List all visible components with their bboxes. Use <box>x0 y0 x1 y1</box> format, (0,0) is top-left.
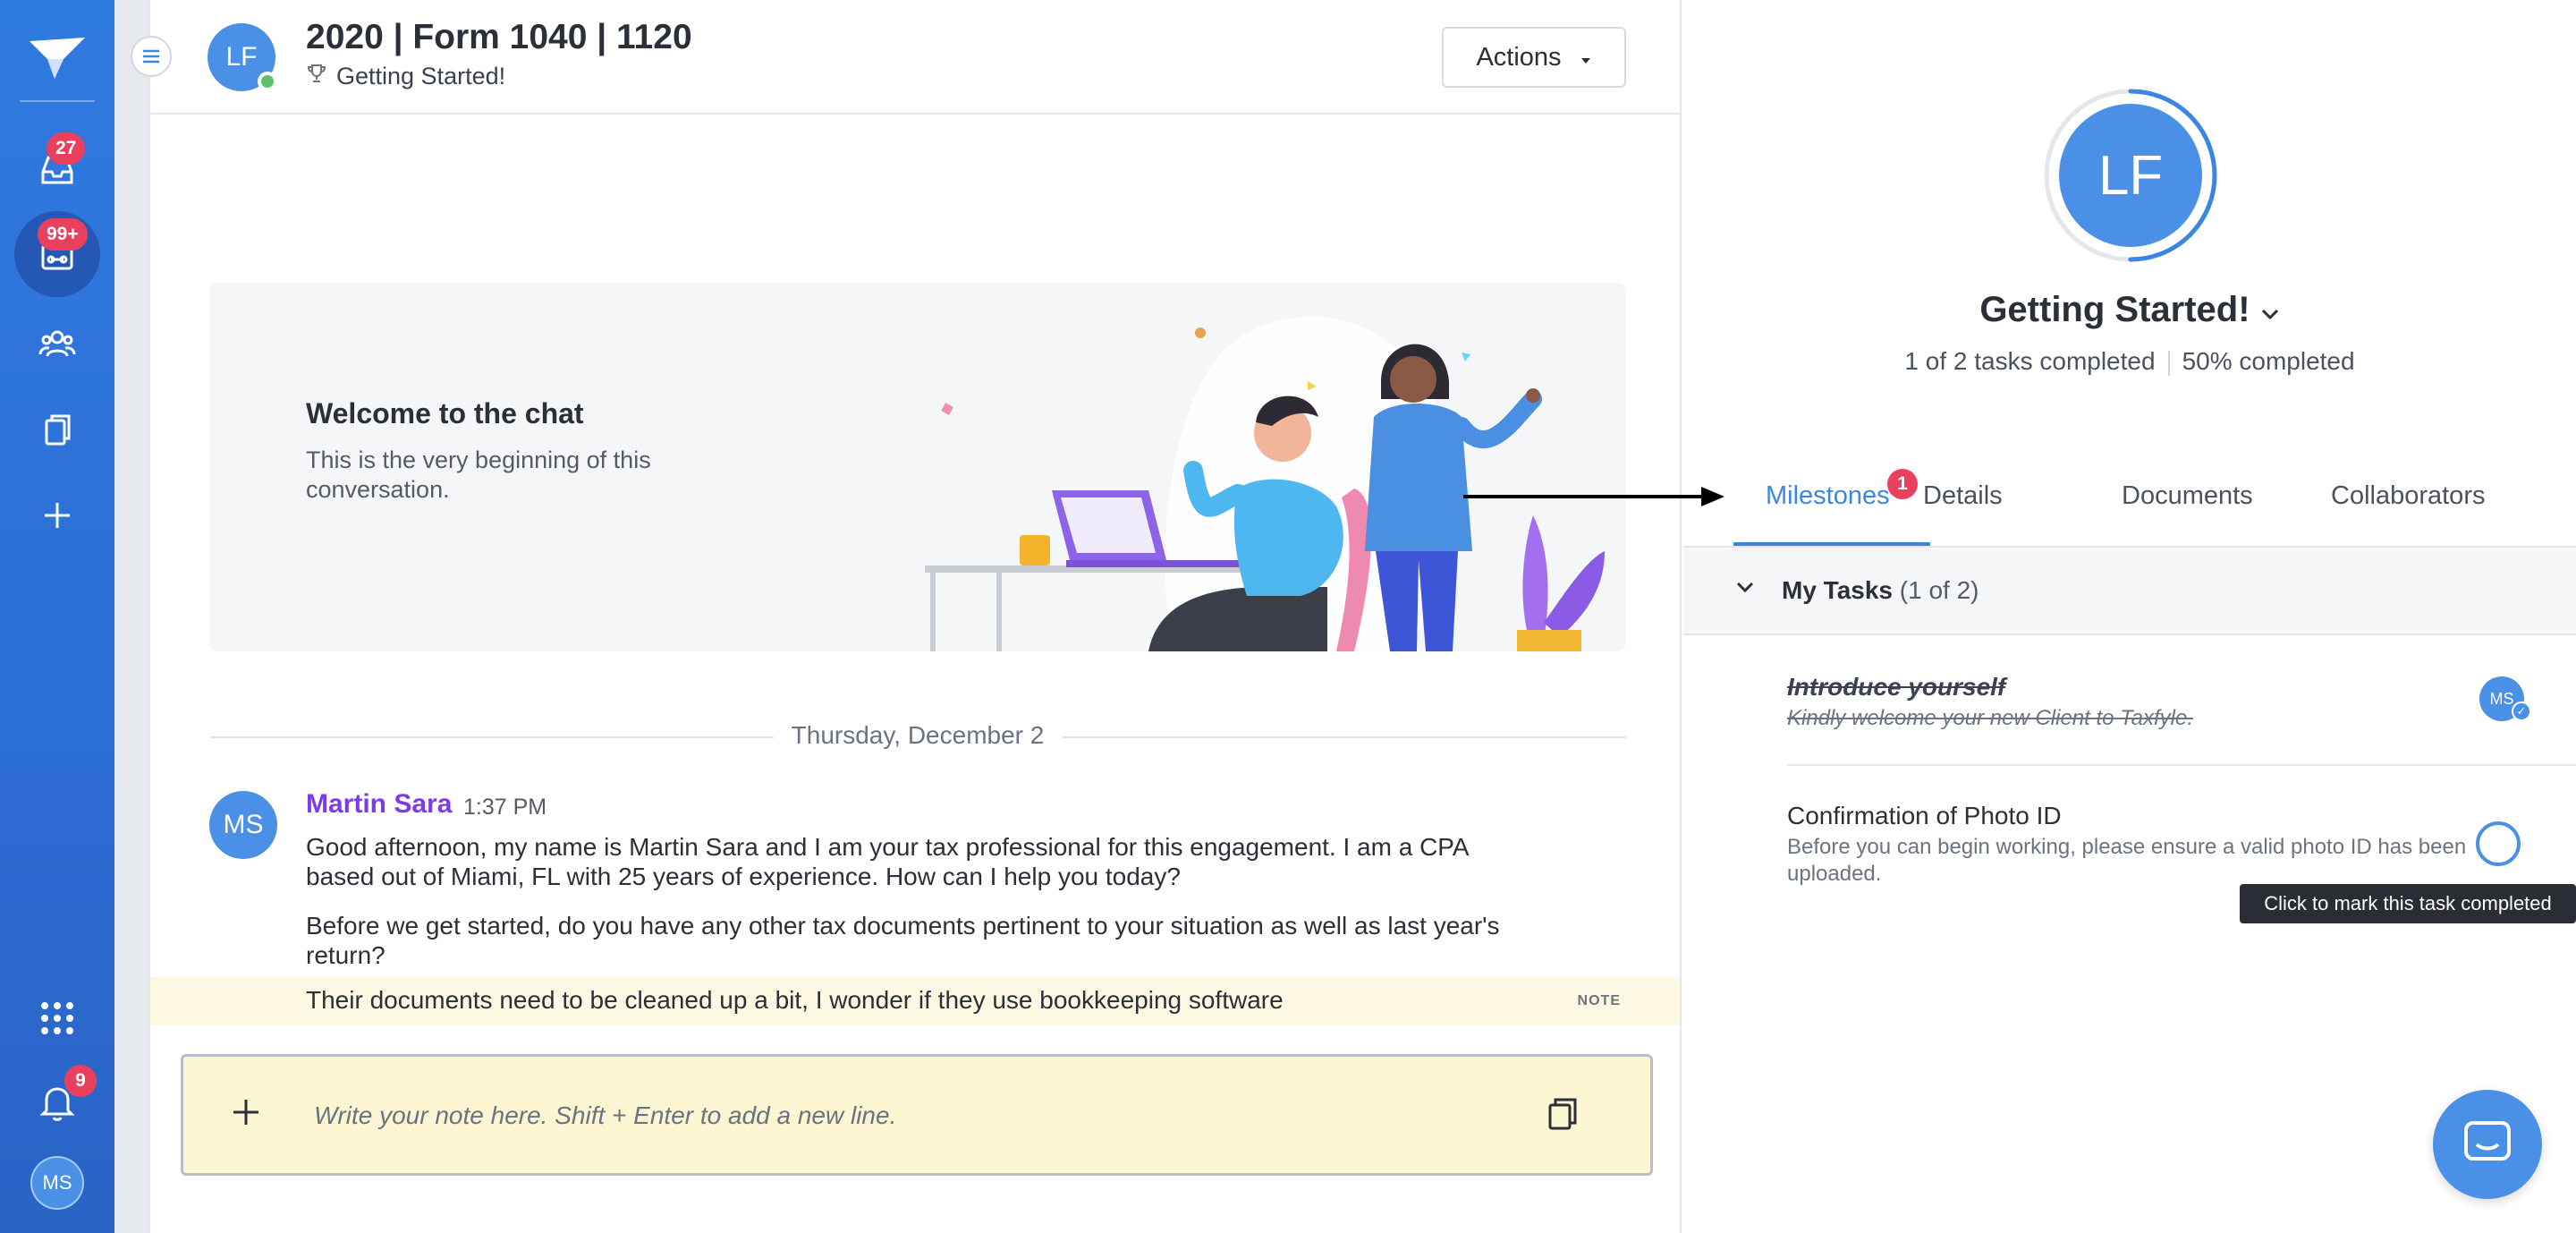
percent-completed-text: 50% completed <box>2182 347 2355 375</box>
chat-bubble-icon <box>2462 1119 2512 1170</box>
message-author[interactable]: Martin Sara <box>306 789 452 820</box>
date-separator-text: Thursday, December 2 <box>773 721 1063 749</box>
actions-label: Actions <box>1476 42 1562 72</box>
task-title: Introduce yourself <box>1787 673 2006 701</box>
note-composer <box>181 1054 1653 1176</box>
chat-header: LF 2020 | Form 1040 | 1120 Getting Start… <box>131 0 1680 115</box>
date-separator: Thursday, December 2 <box>209 721 1626 752</box>
milestone-panel: LF Getting Started! 1 of 2 tasks complet… <box>1683 0 2576 1233</box>
workspace-badge: 99+ <box>38 218 88 251</box>
milestone-subtitle: Getting Started! <box>306 63 505 90</box>
task-description: Before you can begin working, please ens… <box>1787 835 2467 886</box>
welcome-title: Welcome to the chat <box>306 397 584 429</box>
message-paragraph: Before we get started, do you have any o… <box>306 912 1500 969</box>
task-item[interactable]: Confirmation of Photo ID Before you can … <box>1787 802 2467 888</box>
tooltip: Click to mark this task completed <box>2240 884 2576 923</box>
note-tag: NOTE <box>1577 993 1621 1008</box>
milestone-title[interactable]: Getting Started! <box>1683 290 2576 330</box>
welcome-text: This is the very beginning of this conve… <box>306 446 651 503</box>
milestone-subtitle-text: Getting Started! <box>336 63 506 89</box>
panel-tabs: Milestones 1 Details Documents Collabora… <box>1683 465 2576 548</box>
task-description: Kindly welcome your new Client to Taxfyl… <box>1787 706 2193 730</box>
check-icon: ✓ <box>2512 702 2531 721</box>
chevron-down-icon <box>2260 290 2280 329</box>
message-time: 1:37 PM <box>463 795 547 820</box>
message-avatar[interactable]: MS <box>209 791 277 859</box>
add-attachment-icon[interactable] <box>230 1096 262 1133</box>
caret-down-icon <box>1580 43 1592 72</box>
my-tasks-count: (1 of 2) <box>1899 576 1979 604</box>
milestone-title-text: Getting Started! <box>1979 290 2250 329</box>
task-item[interactable]: Introduce yourself Kindly welcome your n… <box>1787 673 2503 732</box>
tab-collaborators[interactable]: Collaborators <box>2331 481 2485 511</box>
rail-divider <box>20 100 95 102</box>
notifications-badge: 9 <box>64 1065 97 1097</box>
page-title: 2020 | Form 1040 | 1120 <box>306 18 692 56</box>
client-avatar[interactable]: LF <box>2059 104 2202 247</box>
nav-rail: 27 99+ 9 MS <box>0 0 114 1233</box>
add-icon[interactable] <box>0 489 114 542</box>
my-tasks-header[interactable]: My Tasks (1 of 2) <box>1683 548 2576 635</box>
chat-panel: LF 2020 | Form 1040 | 1120 Getting Start… <box>131 0 1682 1233</box>
task-title: Confirmation of Photo ID <box>1787 802 2062 829</box>
tasks-completed-text: 1 of 2 tasks completed <box>1904 347 2156 375</box>
tab-milestones-label: Milestones <box>1766 481 1890 510</box>
tab-details[interactable]: Details <box>1923 481 2003 511</box>
tab-documents[interactable]: Documents <box>2122 481 2253 511</box>
online-status-dot <box>258 72 277 91</box>
chat-launcher-button[interactable] <box>2433 1090 2542 1199</box>
stats-divider <box>2167 350 2170 376</box>
documents-icon[interactable] <box>0 403 114 456</box>
sidebar-toggle-button[interactable] <box>131 36 172 77</box>
active-tab-underline <box>1733 542 1930 546</box>
apps-grid-icon[interactable] <box>0 991 114 1045</box>
milestone-stats: 1 of 2 tasks completed 50% completed <box>1683 347 2576 376</box>
bell-icon[interactable] <box>0 1076 114 1129</box>
team-icon[interactable] <box>0 317 114 370</box>
welcome-card: Welcome to the chat This is the very beg… <box>209 283 1626 651</box>
milestones-badge: 1 <box>1887 469 1918 499</box>
trophy-icon <box>306 63 327 90</box>
copy-icon[interactable] <box>1546 1096 1579 1136</box>
tab-milestones[interactable]: Milestones 1 <box>1766 469 1918 511</box>
task-divider <box>1787 764 2576 766</box>
note-text: Their documents need to be cleaned up a … <box>306 986 1284 1014</box>
my-tasks-title: My Tasks <box>1782 576 1893 604</box>
chevron-down-icon <box>1735 580 1755 599</box>
annotation-arrow <box>1463 487 1724 506</box>
rail-edge <box>114 0 148 1233</box>
logo-icon[interactable] <box>0 27 114 89</box>
note-input[interactable] <box>312 1091 1511 1141</box>
user-avatar[interactable]: MS <box>30 1156 84 1210</box>
inbox-badge: 27 <box>47 132 86 165</box>
task-complete-checkbox[interactable] <box>2476 821 2521 866</box>
welcome-illustration <box>925 316 1605 651</box>
actions-button[interactable]: Actions <box>1442 27 1626 88</box>
message-paragraph: Good afternoon, my name is Martin Sara a… <box>306 833 1469 890</box>
